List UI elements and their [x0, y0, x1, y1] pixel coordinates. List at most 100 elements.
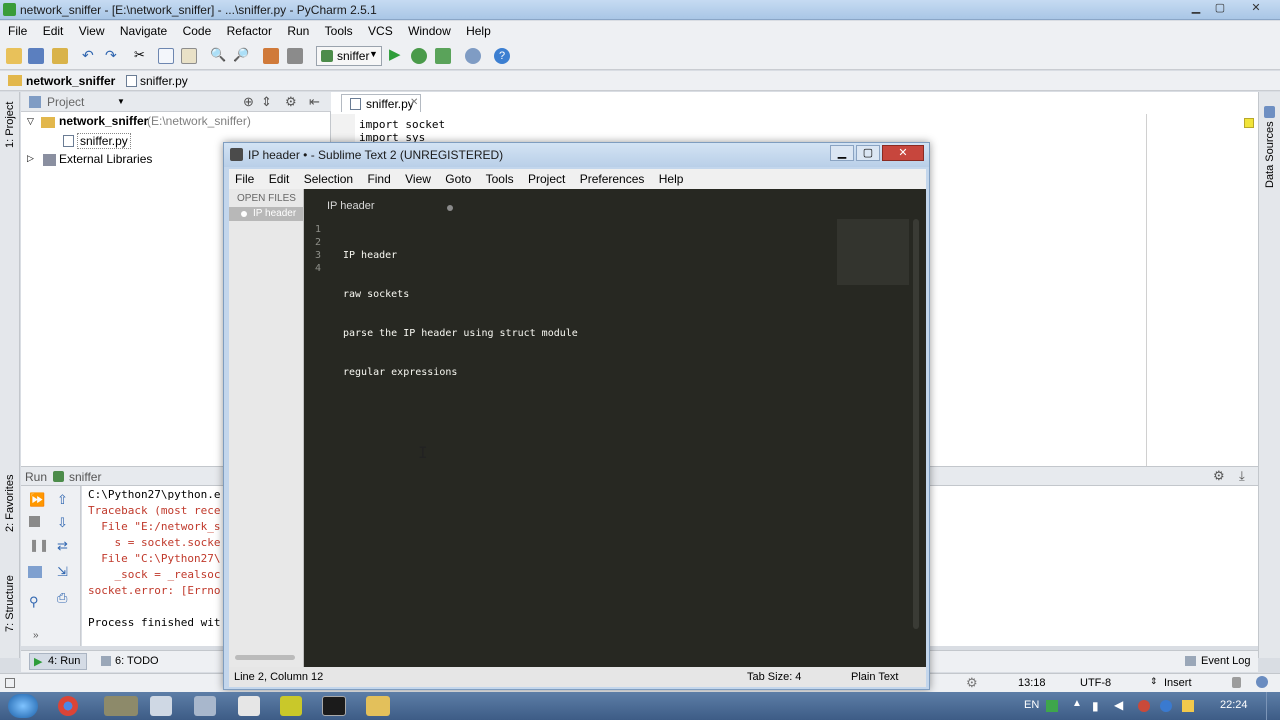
minimize-button[interactable]: ▁: [1186, 2, 1206, 16]
maximize-button[interactable]: ▢: [1210, 2, 1230, 16]
dirty-dot-icon[interactable]: [447, 205, 453, 211]
menu-file[interactable]: File: [0, 21, 33, 38]
help-icon[interactable]: ?: [494, 48, 510, 64]
menu-refactor[interactable]: Refactor: [221, 21, 278, 38]
tool-tab-favorites[interactable]: 2: Favorites: [4, 475, 16, 532]
open-icon[interactable]: [6, 48, 22, 64]
cut-icon[interactable]: ✂: [134, 48, 150, 64]
up-arrow-icon[interactable]: ⇧: [57, 492, 68, 508]
st-menu-goto[interactable]: Goto: [439, 169, 476, 186]
st-menu-find[interactable]: Find: [361, 169, 395, 186]
menu-tools[interactable]: Tools: [319, 21, 359, 38]
breadcrumb-file[interactable]: sniffer.py: [140, 74, 188, 88]
tree-external-libraries[interactable]: External Libraries: [59, 152, 152, 166]
tool-tab-project[interactable]: 1: Project: [4, 102, 16, 148]
stop-icon[interactable]: [29, 516, 40, 527]
redo-icon[interactable]: ↷: [105, 48, 121, 64]
sublime-tab-ip-header[interactable]: IP header: [313, 195, 463, 219]
sidebar-file-item[interactable]: IP header: [229, 207, 303, 221]
coverage-icon[interactable]: [435, 48, 451, 64]
save-icon[interactable]: [28, 48, 44, 64]
sublime-editor[interactable]: 1 2 3 4 IP header raw sockets parse the …: [305, 219, 926, 667]
show-desktop-button[interactable]: [1266, 692, 1280, 720]
menu-vcs[interactable]: VCS: [362, 21, 399, 38]
menu-code[interactable]: Code: [177, 21, 218, 38]
soft-wrap-icon[interactable]: ⇄: [57, 538, 68, 554]
hide-pane-icon[interactable]: ⇤: [309, 94, 320, 110]
scroll-from-source-icon[interactable]: ⊕: [243, 94, 254, 110]
tab-size-selector[interactable]: Tab Size: 4: [747, 671, 801, 683]
tool-tab-event-log[interactable]: Event Log: [1201, 655, 1251, 667]
paste-icon[interactable]: [181, 48, 197, 64]
st-menu-tools[interactable]: Tools: [480, 169, 519, 186]
tool-tab-data-sources[interactable]: Data Sources: [1264, 121, 1276, 188]
scroll-end-icon[interactable]: ⇲: [57, 564, 68, 580]
pycharm-taskbar-icon[interactable]: [280, 696, 302, 716]
app-icon[interactable]: [104, 696, 138, 716]
tray-expand-icon[interactable]: ▲: [1072, 698, 1082, 709]
project-view-selector[interactable]: Project: [47, 95, 84, 109]
st-menu-selection[interactable]: Selection: [298, 169, 358, 186]
settings-icon[interactable]: [465, 48, 481, 64]
tray-app-icon[interactable]: [1046, 700, 1058, 712]
sync-icon[interactable]: [52, 48, 68, 64]
rerun-icon[interactable]: ⏩: [29, 492, 45, 508]
breadcrumb-project[interactable]: network_sniffer: [26, 74, 115, 88]
tool-tab-todo[interactable]: 6: TODO: [115, 655, 159, 667]
tool-tab-run[interactable]: ▶ 4: Run: [29, 653, 87, 670]
st-menu-view[interactable]: View: [399, 169, 436, 186]
cmd-icon[interactable]: [322, 696, 346, 716]
menu-navigate[interactable]: Navigate: [114, 21, 173, 38]
tree-root-name[interactable]: network_sniffer: [59, 114, 148, 128]
print-icon[interactable]: ⎙: [57, 590, 67, 606]
st-menu-project[interactable]: Project: [522, 169, 570, 186]
start-button-icon[interactable]: [8, 694, 38, 718]
st-menu-edit[interactable]: Edit: [263, 169, 295, 186]
debug-icon[interactable]: [411, 48, 427, 64]
menu-edit[interactable]: Edit: [37, 21, 70, 38]
editor-code[interactable]: import socket import sys: [359, 118, 445, 144]
undo-icon[interactable]: ↶: [82, 48, 98, 64]
encoding-selector[interactable]: UTF-8: [1080, 677, 1111, 689]
network-icon[interactable]: ▮: [1092, 699, 1099, 713]
close-icon[interactable]: ✕: [410, 97, 418, 108]
down-arrow-icon[interactable]: ⇩: [57, 515, 68, 531]
st-menu-file[interactable]: File: [229, 169, 259, 186]
replace-icon[interactable]: 🔎: [233, 48, 249, 64]
sidebar-scrollbar[interactable]: [235, 655, 295, 660]
editor-text[interactable]: IP header raw sockets parse the IP heade…: [343, 223, 578, 405]
gear-icon[interactable]: ⚙: [285, 94, 297, 110]
copy-icon[interactable]: [158, 48, 174, 64]
console-line[interactable]: File "E:/network_s: [88, 520, 220, 533]
language-indicator[interactable]: EN: [1024, 699, 1039, 711]
gear-icon[interactable]: ⚙: [1213, 468, 1225, 484]
more-icon[interactable]: »: [33, 630, 39, 641]
bluetooth-icon[interactable]: [1160, 700, 1172, 712]
tree-expand-icon[interactable]: ▷: [27, 153, 34, 164]
explorer-icon[interactable]: [366, 696, 390, 716]
run-config-selector[interactable]: sniffer ▼: [316, 46, 382, 66]
tray-icon[interactable]: [1182, 700, 1194, 712]
word-icon[interactable]: [238, 696, 260, 716]
pause-icon[interactable]: ❚❚: [29, 538, 49, 552]
editor-scrollbar[interactable]: [913, 219, 919, 629]
caret-position[interactable]: 13:18: [1018, 677, 1046, 689]
chrome-icon[interactable]: [58, 696, 78, 716]
pin-icon[interactable]: ⚲: [29, 594, 39, 610]
editor-tab-sniffer[interactable]: sniffer.py ✕: [341, 94, 421, 112]
toggle-tool-windows-icon[interactable]: [5, 678, 15, 688]
chevron-down-icon[interactable]: ▼: [117, 97, 125, 106]
minimap[interactable]: [837, 219, 909, 285]
notepad-icon[interactable]: [150, 696, 172, 716]
menu-view[interactable]: View: [73, 21, 111, 38]
warning-marker-icon[interactable]: [1244, 118, 1254, 128]
dump-threads-icon[interactable]: [28, 566, 42, 578]
maximize-button[interactable]: ▢: [856, 145, 880, 161]
syntax-selector[interactable]: Plain Text: [851, 671, 899, 683]
tray-icon[interactable]: [1138, 700, 1150, 712]
st-menu-preferences[interactable]: Preferences: [574, 169, 650, 186]
inspector-icon[interactable]: [1256, 676, 1268, 688]
close-button[interactable]: ✕: [882, 145, 924, 161]
editor-taskbar-icon[interactable]: [194, 696, 216, 716]
menu-run[interactable]: Run: [281, 21, 315, 38]
